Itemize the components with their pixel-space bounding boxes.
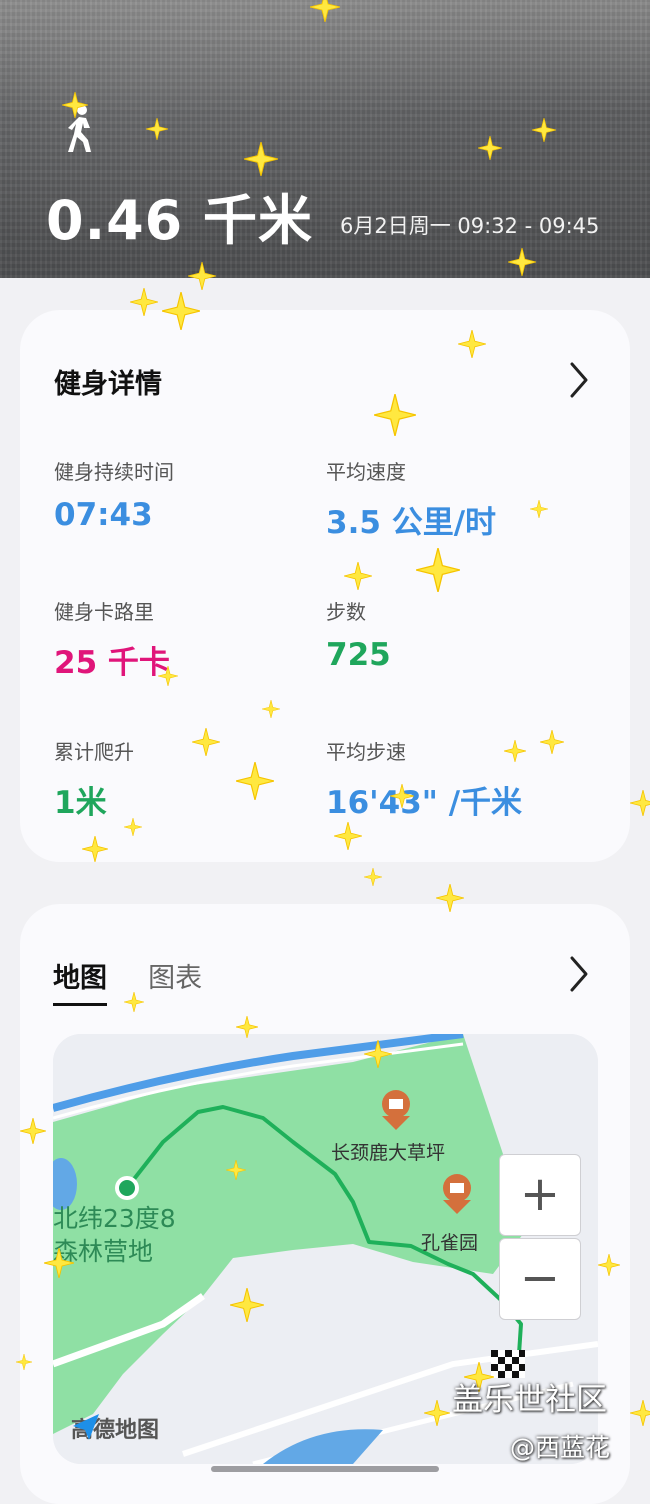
stat-label: 平均速度: [326, 460, 406, 484]
poi-label: 长颈鹿大草坪: [331, 1142, 446, 1164]
map-tabs: 地图 图表: [53, 956, 238, 1006]
activity-header: 0.46 千米 6月2日周一 09:32 - 09:45: [0, 0, 650, 278]
watermark-community: 盖乐世社区: [452, 1382, 607, 1418]
poi-label: 孔雀园: [421, 1232, 479, 1254]
stat-label: 累计爬升: [54, 740, 134, 764]
stat-steps: 步数 725: [326, 596, 391, 673]
campsite-label: 北纬23度8 森林营地: [53, 1202, 176, 1268]
distance-value: 0.46 千米: [46, 189, 314, 252]
watermark-author: @西蓝花: [510, 1433, 611, 1462]
stat-label: 平均步速: [326, 740, 406, 764]
stat-avg-pace: 平均步速 16'43" /千米: [326, 736, 522, 822]
chevron-right-icon[interactable]: [566, 360, 592, 400]
map-provider-logo: 高德地图: [71, 1412, 159, 1444]
walking-icon: [68, 105, 91, 152]
stat-calories: 健身卡路里 25 千卡: [54, 596, 170, 682]
stat-duration: 健身持续时间 07:43: [54, 456, 174, 533]
stat-value: 16'43" /千米: [326, 785, 523, 821]
time-range: 6月2日周一 09:32 - 09:45: [340, 214, 600, 238]
fitness-details-title: 健身详情: [54, 369, 162, 400]
stat-elevation-gain: 累计爬升 1米: [54, 736, 134, 822]
stat-value: 1米: [54, 785, 107, 821]
chevron-right-icon[interactable]: [566, 954, 592, 994]
navigation-arrow-icon: [73, 1414, 99, 1440]
tab-chart[interactable]: 图表: [148, 956, 202, 1003]
zoom-in-button[interactable]: +: [499, 1154, 581, 1236]
zoom-out-button[interactable]: −: [499, 1238, 581, 1320]
stat-value: 25 千卡: [54, 645, 170, 681]
home-indicator[interactable]: [211, 1466, 439, 1472]
campsite-label-line1: 北纬23度8: [53, 1204, 176, 1233]
stat-value: 725: [326, 637, 391, 673]
stat-value: 07:43: [54, 497, 153, 533]
stat-value: 3.5 公里/时: [326, 505, 497, 541]
fitness-details-card[interactable]: 健身详情 健身持续时间 07:43 平均速度 3.5 公里/时 健身卡路里 25…: [20, 310, 630, 862]
stat-label: 健身卡路里: [54, 600, 154, 624]
stat-label: 健身持续时间: [54, 460, 174, 484]
campsite-label-line2: 森林营地: [53, 1237, 154, 1266]
stat-label: 步数: [326, 600, 366, 624]
tab-map[interactable]: 地图: [53, 956, 107, 1006]
stat-avg-speed: 平均速度 3.5 公里/时: [326, 456, 496, 542]
